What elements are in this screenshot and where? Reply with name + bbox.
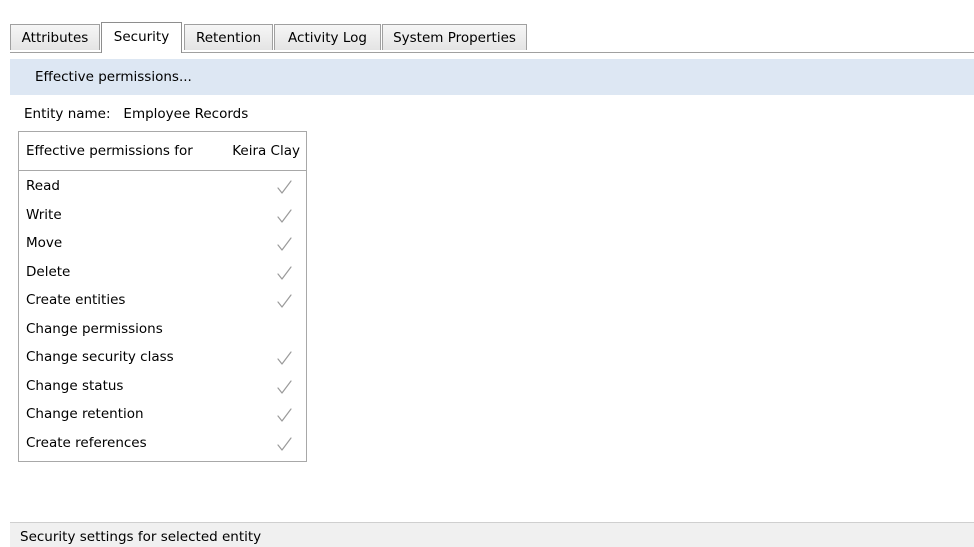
permission-label: Move xyxy=(26,235,63,251)
permission-row: Create entities xyxy=(19,286,306,315)
permission-label: Change permissions xyxy=(26,320,163,337)
permissions-user: Keira Clay xyxy=(232,143,300,159)
permission-row: Create references xyxy=(19,429,306,458)
permission-label: Create entities xyxy=(26,292,126,308)
tab-strip: Attributes Security Retention Activity L… xyxy=(10,22,974,53)
entity-name-line: Entity name: Employee Records xyxy=(24,104,248,124)
permission-row: Change status xyxy=(19,372,306,401)
permission-label: Delete xyxy=(26,263,71,280)
checkmark-icon xyxy=(277,436,292,451)
effective-permissions-panel: Effective permissions for Keira Clay Rea… xyxy=(18,131,307,462)
permission-row: Read xyxy=(19,172,306,201)
permission-row: Change retention xyxy=(19,400,306,429)
tab-system-properties[interactable]: System Properties xyxy=(382,24,527,50)
permission-row: Delete xyxy=(19,258,306,287)
tab-retention[interactable]: Retention xyxy=(184,24,273,50)
permission-label: Write xyxy=(26,206,62,223)
permission-label: Change retention xyxy=(26,406,144,422)
tab-activity-log[interactable]: Activity Log xyxy=(274,24,381,50)
permission-row: Change security class xyxy=(19,343,306,372)
permission-label: Create references xyxy=(26,434,147,451)
tab-security[interactable]: Security xyxy=(101,22,182,53)
checkmark-icon xyxy=(277,208,292,223)
entity-name-value: Employee Records xyxy=(123,106,249,122)
status-text: Security settings for selected entity xyxy=(20,529,262,545)
permission-label: Change status xyxy=(26,377,124,394)
permission-label: Read xyxy=(26,178,60,194)
checkmark-icon xyxy=(277,294,292,308)
permissions-header-label: Effective permissions for xyxy=(26,143,193,159)
checkmark-icon xyxy=(277,351,292,365)
checkmark-icon xyxy=(277,237,292,251)
checkmark-icon xyxy=(277,265,292,280)
effective-permissions-button[interactable]: Effective permissions... xyxy=(35,67,192,87)
permissions-list: Read Write Move Delete Create entities Change… xyxy=(19,172,306,457)
toolbar: Effective permissions... xyxy=(10,59,974,95)
entity-name-label: Entity name: xyxy=(24,106,120,122)
permission-label: Change security class xyxy=(26,349,174,365)
permission-row: Write xyxy=(19,201,306,230)
tab-attributes[interactable]: Attributes xyxy=(10,24,100,50)
security-page: Attributes Security Retention Activity L… xyxy=(0,0,974,547)
checkmark-icon xyxy=(277,180,292,194)
permissions-header: Effective permissions for Keira Clay xyxy=(19,132,306,171)
permission-row: Move xyxy=(19,229,306,258)
status-bar: Security settings for selected entity xyxy=(10,522,974,547)
permission-row: Change permissions xyxy=(19,315,306,344)
checkmark-icon xyxy=(277,408,292,422)
checkmark-icon xyxy=(277,379,292,394)
